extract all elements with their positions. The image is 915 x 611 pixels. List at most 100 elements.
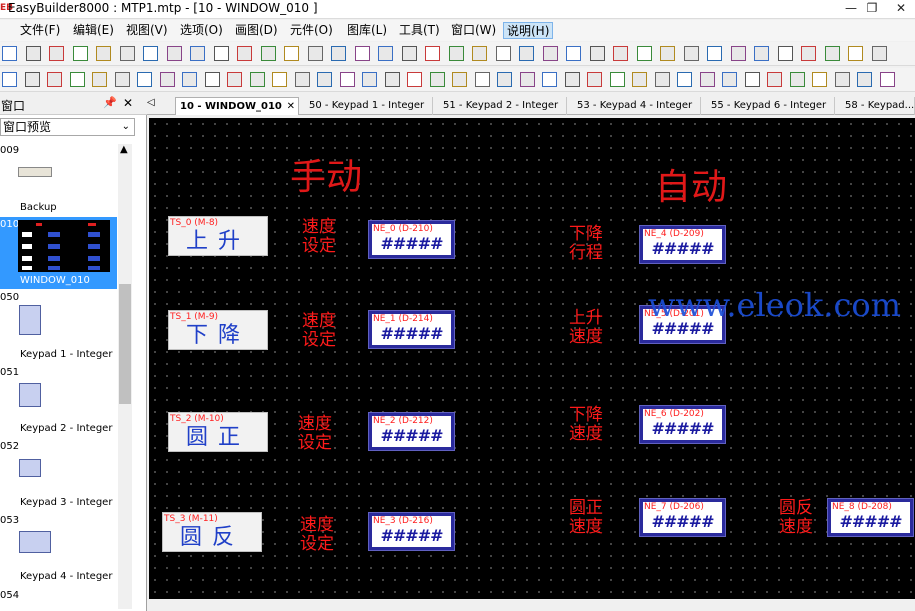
drawing-tool-icon[interactable]	[227, 72, 242, 87]
standard-tool-icon[interactable]	[213, 46, 229, 61]
standard-tool-icon[interactable]	[378, 46, 393, 61]
drawing-tool-icon[interactable]	[204, 72, 220, 87]
standard-tool-icon[interactable]	[824, 46, 840, 61]
drawing-tool-icon[interactable]	[159, 72, 175, 87]
design-canvas[interactable]: 手动 自动 TS_0 (M-8) 上升 TS_1 (M-9) 下降 TS_2 (…	[149, 118, 915, 599]
scrollbar-thumb[interactable]	[119, 284, 131, 404]
drawing-tool-icon[interactable]	[294, 72, 310, 87]
numeric-entry[interactable]: NE_8 (D-208) #####	[827, 498, 914, 537]
standard-tool-icon[interactable]	[72, 46, 88, 61]
menu-help[interactable]: 说明(H)	[503, 22, 554, 39]
menu-objects[interactable]: 元件(O)	[287, 22, 336, 39]
drawing-tool-icon[interactable]	[812, 72, 827, 87]
drawing-tool-icon[interactable]	[362, 72, 377, 87]
standard-tool-icon[interactable]	[96, 46, 111, 61]
standard-tool-icon[interactable]	[542, 46, 558, 61]
drawing-tool-icon[interactable]	[2, 72, 17, 87]
standard-tool-icon[interactable]	[613, 46, 628, 61]
standard-tool-icon[interactable]	[730, 46, 746, 61]
drawing-tool-icon[interactable]	[722, 72, 737, 87]
drawing-tool-icon[interactable]	[542, 72, 557, 87]
drawing-tool-icon[interactable]	[789, 72, 805, 87]
standard-tool-icon[interactable]	[848, 46, 863, 61]
standard-tool-icon[interactable]	[190, 46, 205, 61]
close-window-button[interactable]: ✕	[888, 0, 914, 18]
standard-tool-icon[interactable]	[871, 46, 887, 61]
standard-tool-icon[interactable]	[519, 46, 534, 61]
menu-tools[interactable]: 工具(T)	[396, 22, 443, 39]
standard-tool-icon[interactable]	[754, 46, 769, 61]
canvas-horizontal-scrollbar[interactable]	[149, 599, 915, 611]
scroll-up-icon[interactable]: ▲	[120, 144, 128, 155]
drawing-tool-icon[interactable]	[497, 72, 512, 87]
numeric-entry[interactable]: NE_2 (D-212) #####	[368, 412, 455, 451]
drawing-tool-icon[interactable]	[744, 72, 760, 87]
menu-options[interactable]: 选项(O)	[177, 22, 226, 39]
menu-view[interactable]: 视图(V)	[123, 22, 171, 39]
standard-tool-icon[interactable]	[49, 46, 64, 61]
drawing-tool-icon[interactable]	[654, 72, 670, 87]
drawing-tool-icon[interactable]	[474, 72, 490, 87]
window-thumbnail[interactable]	[19, 305, 41, 335]
toggle-switch-cw[interactable]: TS_2 (M-10) 圆正	[168, 412, 268, 452]
numeric-entry[interactable]: NE_1 (D-214) #####	[368, 310, 455, 349]
pin-icon[interactable]: 📌	[103, 96, 117, 109]
tab-keypad-4[interactable]: 53 - Keypad 4 - Integer	[573, 97, 701, 115]
menu-edit[interactable]: 编辑(E)	[70, 22, 117, 39]
sidebar-scrollbar[interactable]: ▲	[118, 144, 132, 609]
standard-tool-icon[interactable]	[25, 46, 41, 61]
standard-tool-icon[interactable]	[331, 46, 346, 61]
standard-tool-icon[interactable]	[660, 46, 675, 61]
window-thumbnail[interactable]	[19, 459, 41, 477]
menu-draw[interactable]: 画图(D)	[232, 22, 281, 39]
standard-tool-icon[interactable]	[2, 46, 17, 61]
preview-mode-select[interactable]: 窗口预览 ⌄	[0, 118, 135, 136]
numeric-entry[interactable]: NE_6 (D-202) #####	[639, 405, 726, 444]
standard-tool-icon[interactable]	[401, 46, 417, 61]
toggle-switch-up[interactable]: TS_0 (M-8) 上升	[168, 216, 268, 256]
drawing-tool-icon[interactable]	[834, 72, 850, 87]
drawing-tool-icon[interactable]	[429, 72, 445, 87]
menu-window[interactable]: 窗口(W)	[448, 22, 499, 39]
drawing-tool-icon[interactable]	[677, 72, 692, 87]
standard-tool-icon[interactable]	[284, 46, 299, 61]
standard-tool-icon[interactable]	[495, 46, 511, 61]
drawing-tool-icon[interactable]	[92, 72, 107, 87]
drawing-tool-icon[interactable]	[249, 72, 265, 87]
standard-tool-icon[interactable]	[143, 46, 158, 61]
drawing-tool-icon[interactable]	[857, 72, 872, 87]
drawing-tool-icon[interactable]	[767, 72, 782, 87]
numeric-entry[interactable]: NE_4 (D-209) #####	[639, 225, 726, 264]
tab-window-010[interactable]: 10 - WINDOW_010 ✕	[175, 97, 299, 115]
drawing-tool-icon[interactable]	[272, 72, 287, 87]
tab-scroll-left-icon[interactable]: ◁	[147, 97, 155, 108]
numeric-entry[interactable]: NE_7 (D-206) #####	[639, 498, 726, 537]
standard-tool-icon[interactable]	[260, 46, 276, 61]
standard-tool-icon[interactable]	[566, 46, 581, 61]
tab-keypad-6[interactable]: 55 - Keypad 6 - Integer	[707, 97, 835, 115]
drawing-tool-icon[interactable]	[24, 72, 40, 87]
drawing-tool-icon[interactable]	[587, 72, 602, 87]
drawing-tool-icon[interactable]	[182, 72, 197, 87]
tab-keypad-more[interactable]: 58 - Keypad...	[841, 97, 915, 115]
window-thumbnail[interactable]	[19, 531, 51, 553]
drawing-tool-icon[interactable]	[699, 72, 715, 87]
toggle-switch-down[interactable]: TS_1 (M-9) 下降	[168, 310, 268, 350]
window-thumbnail[interactable]	[19, 383, 41, 407]
standard-tool-icon[interactable]	[119, 46, 135, 61]
standard-tool-icon[interactable]	[448, 46, 464, 61]
tab-keypad-2[interactable]: 51 - Keypad 2 - Integer	[439, 97, 567, 115]
tab-keypad-1[interactable]: 50 - Keypad 1 - Integer	[305, 97, 433, 115]
drawing-tool-icon[interactable]	[339, 72, 355, 87]
menu-file[interactable]: 文件(F)	[17, 22, 63, 39]
drawing-tool-icon[interactable]	[384, 72, 400, 87]
drawing-tool-icon[interactable]	[317, 72, 332, 87]
standard-tool-icon[interactable]	[354, 46, 370, 61]
window-thumbnail[interactable]	[18, 220, 110, 272]
standard-tool-icon[interactable]	[425, 46, 440, 61]
drawing-tool-icon[interactable]	[519, 72, 535, 87]
menu-library[interactable]: 图库(L)	[344, 22, 390, 39]
standard-tool-icon[interactable]	[777, 46, 793, 61]
drawing-tool-icon[interactable]	[564, 72, 580, 87]
restore-button[interactable]: ❐	[859, 0, 885, 18]
